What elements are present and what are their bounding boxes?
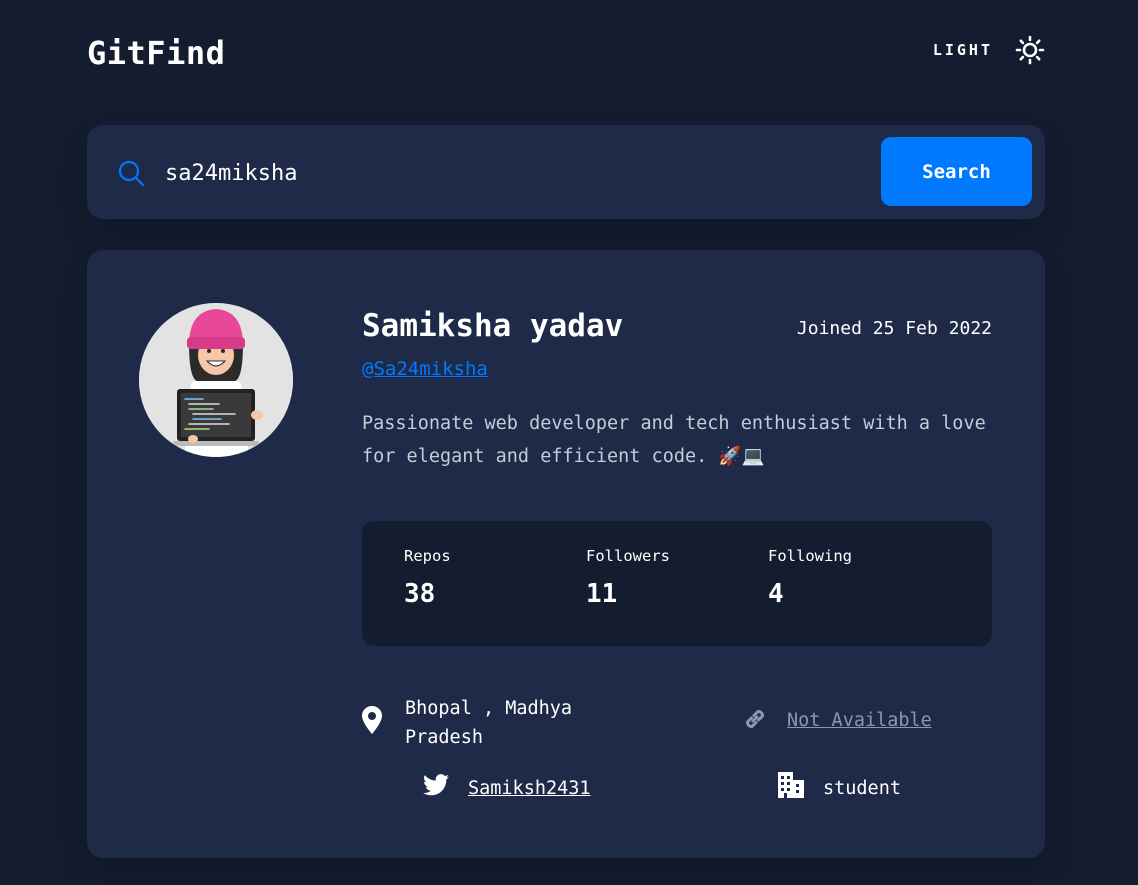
app-header: GitFind LIGHT: [87, 28, 1045, 80]
profile-card: Samiksha yadav Joined 25 Feb 2022 @Sa24m…: [87, 250, 1045, 858]
app-logo: GitFind: [87, 34, 226, 72]
stat-label: Followers: [586, 547, 670, 565]
sun-icon: [1015, 35, 1045, 65]
stat-label: Repos: [404, 547, 451, 565]
location-text: Bhopal , Madhya Pradesh: [405, 698, 573, 748]
twitter-link[interactable]: Samiksh2431: [468, 774, 591, 803]
website-link[interactable]: Not Available: [787, 706, 932, 735]
stat-value: 4: [768, 579, 784, 609]
search-button[interactable]: Search: [881, 137, 1032, 206]
building-icon: [778, 772, 804, 798]
stat-repos: Repos 38: [404, 547, 451, 609]
profile-name: Samiksha yadav: [362, 308, 624, 344]
stat-value: 11: [586, 579, 618, 609]
avatar: [139, 303, 293, 457]
theme-toggle-label: LIGHT: [932, 41, 993, 59]
stats-panel: Repos 38 Followers 11 Following 4: [362, 521, 992, 646]
search-bar: Search: [87, 125, 1045, 219]
twitter-icon: [423, 774, 449, 796]
stat-followers: Followers 11: [586, 547, 670, 609]
location-icon: [362, 706, 382, 734]
website-item: Not Available: [742, 706, 932, 735]
profile-username-link[interactable]: @Sa24miksha: [362, 358, 488, 380]
stat-following: Following 4: [768, 547, 852, 609]
search-icon: [118, 160, 145, 187]
stat-label: Following: [768, 547, 852, 565]
search-input[interactable]: [165, 153, 865, 193]
avatar-image: [139, 303, 293, 457]
theme-toggle-button[interactable]: LIGHT: [933, 34, 1045, 66]
link-icon: [746, 710, 764, 728]
joined-date: Joined 25 Feb 2022: [796, 318, 992, 339]
company-text: student: [823, 778, 901, 799]
twitter-item: Samiksh2431: [423, 774, 591, 803]
location-item: Bhopal , Madhya Pradesh: [362, 694, 595, 752]
profile-bio: Passionate web developer and tech enthus…: [362, 413, 986, 467]
stat-value: 38: [404, 579, 436, 609]
company-item: student: [778, 772, 901, 803]
